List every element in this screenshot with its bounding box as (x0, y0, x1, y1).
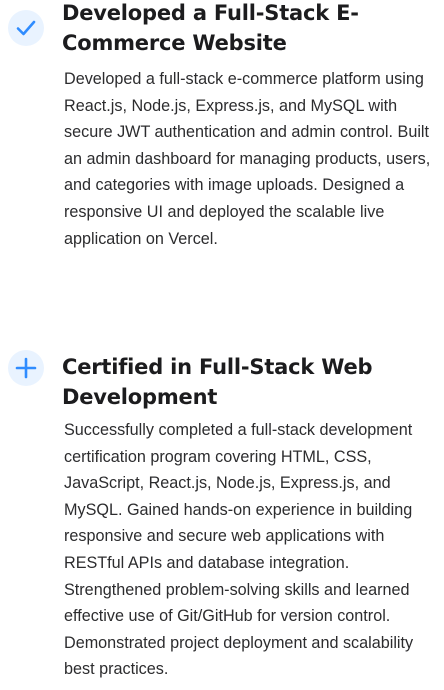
item-description: Developed a full-stack e-commerce platfo… (64, 70, 431, 248)
item-title: Certified in Full-Stack Web Development (62, 355, 373, 409)
item-description: Successfully completed a full-stack deve… (64, 421, 414, 679)
item-title: Developed a Full-Stack E-Commerce Websit… (62, 1, 359, 55)
check-icon (8, 10, 44, 46)
plus-icon (8, 350, 44, 386)
